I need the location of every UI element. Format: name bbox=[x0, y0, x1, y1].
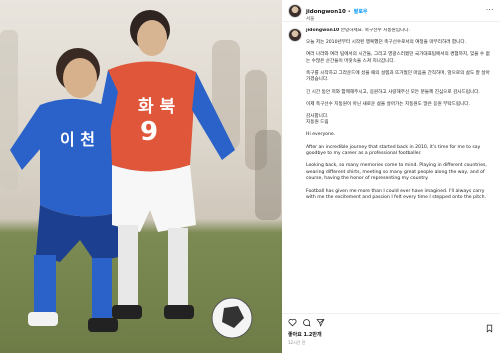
post-photo: 이 천 화 북 9 bbox=[0, 0, 282, 353]
caption-paragraph: 이제 축구선수 지동원이 아닌 새로운 삶을 살아가는 지동원도 많은 응원 부… bbox=[306, 101, 470, 107]
caption: jidongwon10 안녕하세요. 축구선수 지동원입니다. 오늘 저는 20… bbox=[288, 28, 494, 313]
caption-paragraph: Football has given me more than I could … bbox=[306, 188, 486, 201]
caption-paragraph: Hi everyone. bbox=[306, 132, 336, 138]
caption-paragraph: 오늘 저는 2010년부터 시작된 행복했던 축구선수로서의 여정을 마무리하려… bbox=[306, 40, 467, 46]
caption-text: jidongwon10 안녕하세요. 축구선수 지동원입니다. 오늘 저는 20… bbox=[306, 28, 492, 207]
caption-paragraph: 감사합니다. 지동원 드림 bbox=[306, 113, 329, 126]
location[interactable]: 서울 bbox=[306, 17, 368, 23]
action-icons bbox=[288, 318, 325, 327]
football-match-photo: 이 천 화 북 9 bbox=[0, 10, 281, 339]
jersey-blue-text: 이 천 bbox=[60, 130, 95, 149]
caption-paragraph: After an incredible journey that started… bbox=[306, 144, 481, 157]
comment-icon[interactable] bbox=[302, 318, 311, 327]
post-panel: jidongwon10 • 팔로우 서울 ··· jidongwon10 안녕하세요… bbox=[282, 0, 500, 353]
username[interactable]: jidongwon10 bbox=[306, 9, 346, 15]
avatar[interactable] bbox=[288, 3, 302, 18]
caption-paragraph: 안녕하세요. 축구선수 지동원입니다. bbox=[340, 28, 410, 33]
caption-paragraph: 축구를 시작하고 그라운드에 섰을 때의 설렘과 뜨거웠던 마음을 간직하며, … bbox=[306, 70, 490, 83]
jersey-front-number: 9 bbox=[140, 117, 158, 147]
header-info: jidongwon10 • 팔로우 서울 bbox=[302, 0, 368, 23]
action-bar: 좋아요 1.2만개 12시간 전 bbox=[282, 313, 500, 354]
caption-avatar[interactable] bbox=[288, 28, 302, 42]
separator-dot: • bbox=[347, 9, 351, 15]
follow-button[interactable]: 팔로우 bbox=[354, 9, 368, 15]
jersey-front-text: 화 북 bbox=[138, 97, 176, 117]
bookmark-icon[interactable] bbox=[485, 318, 494, 337]
heart-icon[interactable] bbox=[288, 318, 297, 327]
caption-paragraph: Looking back, so many memories come to m… bbox=[306, 163, 487, 182]
caption-paragraph: 여러 나라와 여러 팀에서의 시간들, 그리고 영광스러웠던 국가대표팀에서의 … bbox=[306, 52, 490, 64]
more-options-icon[interactable]: ··· bbox=[486, 6, 494, 14]
likes-count[interactable]: 좋아요 1.2만개 bbox=[288, 331, 322, 338]
post-timestamp[interactable]: 12시간 전 bbox=[288, 340, 305, 346]
caption-paragraph: 긴 시간 동안 저와 함께해주시고, 응원하고 사랑해주신 모든 분들께 진심으… bbox=[306, 89, 480, 95]
share-icon[interactable] bbox=[316, 318, 325, 327]
caption-username[interactable]: jidongwon10 bbox=[306, 28, 339, 33]
post-header: jidongwon10 • 팔로우 서울 ··· bbox=[282, 0, 500, 22]
